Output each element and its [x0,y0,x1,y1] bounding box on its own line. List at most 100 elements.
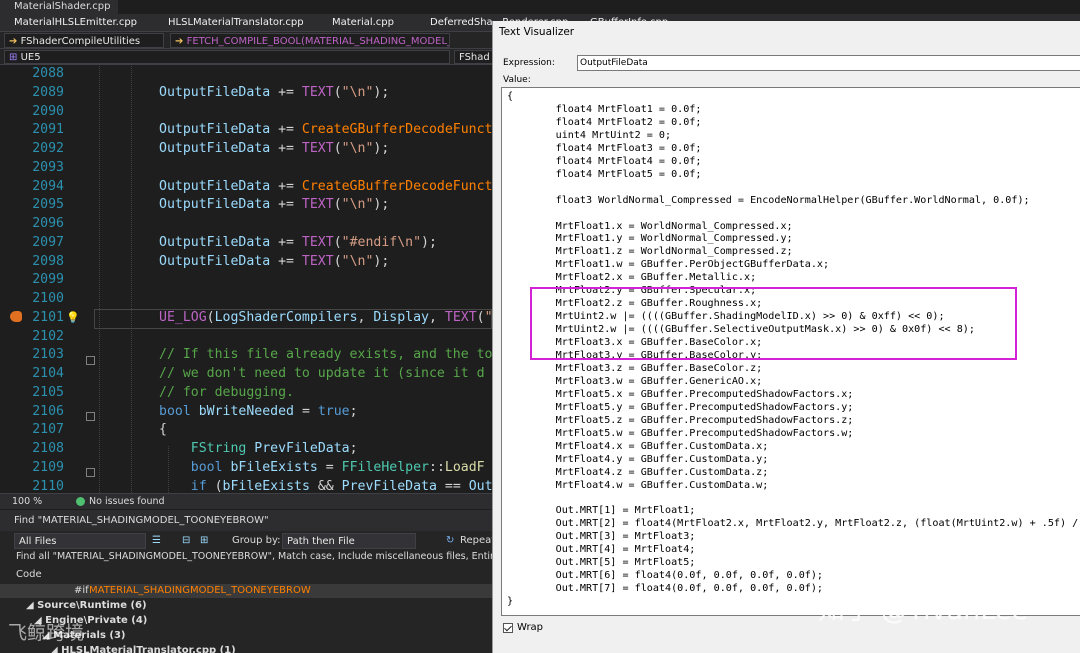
repeat-button[interactable]: Repeat [460,535,495,546]
code-text: if (bFileExists && PrevFileData == Out [190,478,493,494]
value-line: float3 WorldNormal_Compressed = EncodeNo… [507,194,1030,206]
value-line: Out.MRT[7] = float4(0.0f, 0.0f, 0.0f, 0.… [507,583,824,595]
group-by-select[interactable]: Path then File [282,533,416,549]
value-line: float4 MrtFloat2 = 0.0f; [507,116,702,128]
code-text: bool bWriteNeeded = true; [159,403,358,419]
expression-field[interactable]: OutputFileData [577,55,1080,71]
collapse-icon[interactable] [86,412,95,421]
active-file-tab[interactable]: MaterialShader.cpp [0,0,118,14]
value-line: } [507,596,514,608]
code-text: FString PrevFileData; [190,441,358,456]
value-line: MrtFloat4.y = GBuffer.CustomData.y; [507,453,769,465]
value-line: float4 MrtFloat4 = 0.0f; [507,155,702,167]
line-number: 2091 [32,122,64,138]
expand-icon[interactable]: ⊟ [182,535,190,546]
arrow-icon: ➔ [9,36,21,47]
line-number: 2106 [32,403,64,419]
value-line: MrtFloat1.z = WorldNormal_Compressed.z; [507,246,793,258]
expand-arrow-icon: ◢ [26,600,38,611]
collapse-icon[interactable] [86,468,95,477]
tab-material-cpp[interactable]: Material.cpp [322,14,404,31]
member-dropdown[interactable]: ➔ FETCH_COMPILE_BOOL(MATERIAL_SHADING_MO… [170,33,450,48]
code-text: OutputFileData += TEXT("\n"); [159,141,390,156]
line-number: 2092 [32,141,64,156]
value-line: float4 MrtFloat3 = 0.0f; [507,142,702,154]
member-label: FETCH_COMPILE_BOOL(MATERIAL_SHADING_MODE… [186,36,449,47]
value-line: MrtFloat1.w = GBuffer.PerObjectGBufferDa… [507,259,830,271]
value-line: MrtFloat4.z = GBuffer.CustomData.z; [507,466,769,478]
lightbulb-icon[interactable]: 💡 [66,311,80,324]
line-number: 2099 [32,272,64,288]
line-number: 2100 [32,291,64,306]
wrap-checkbox[interactable] [503,623,513,633]
project-dropdown[interactable]: ⊞ UE5 [4,50,450,64]
code-text: OutputFileData += TEXT("\n"); [159,197,390,213]
tab-material-hlsl-emitter[interactable]: MaterialHLSLEmitter.cpp [4,14,147,31]
repeat-icon[interactable]: ↻ [446,535,454,546]
code-text: OutputFileData += TEXT("\n"); [159,84,390,100]
value-line: MrtFloat5.z = GBuffer.PrecomputedShadowF… [507,414,854,426]
scope-select[interactable]: All Files [14,533,146,549]
line-number: 2089 [32,84,64,100]
line-number: 2107 [32,422,64,438]
watermark: 知乎 @YivanLee [818,595,1029,626]
dialog-title: Text Visualizer [499,26,575,38]
expand-arrow-icon: ◢ [50,645,62,653]
line-number: 2094 [32,178,64,194]
code-text: OutputFileData += CreateGBufferDecodeFun… [159,178,493,194]
tree-node-hlsl-translator[interactable]: ◢ HLSLMaterialTranslator.cpp (1) [50,645,236,653]
group-by-label: Group by: [232,535,281,546]
line-number: 2103 [32,347,64,363]
value-line: MrtFloat5.x = GBuffer.PrecomputedShadowF… [507,388,854,400]
scope-dropdown[interactable]: ➔ FShaderCompileUtilities [4,33,164,48]
line-number: 2093 [32,159,64,175]
line-number: 2109 [32,459,64,475]
value-line: { [507,91,514,102]
project-label: UE5 [20,52,41,63]
value-line: MrtFloat4.x = GBuffer.CustomData.x; [507,440,769,452]
value-line: MrtFloat3.w = GBuffer.GenericAO.x; [507,375,763,387]
line-number: 2090 [32,103,64,119]
line-number: 2110 [32,478,64,494]
code-text: OutputFileData += TEXT("\n"); [159,253,390,269]
line-number: 2098 [32,253,64,269]
check-icon [76,497,85,506]
value-line: Out.MRT[4] = MrtFloat4; [507,544,696,556]
value-line: MrtFloat3.z = GBuffer.BaseColor.z; [507,362,763,374]
code-text: // If this file already exists, and the … [159,347,493,363]
project-icon: ⊞ [9,52,21,63]
result-prefix: #if [74,585,89,596]
value-line: MrtFloat5.y = GBuffer.PrecomputedShadowF… [507,401,854,413]
code-text: OutputFileData += CreateGBufferDecodeFun… [159,122,493,138]
arrow-icon: ➔ [175,36,187,47]
value-line: Out.MRT[6] = float4(0.0f, 0.0f, 0.0f, 0.… [507,570,824,582]
value-line: MrtFloat1.x = WorldNormal_Compressed.x; [507,220,793,232]
list-icon[interactable]: ☰ [152,535,161,546]
right-scope-dropdown[interactable]: FShad [454,50,494,64]
value-line: Out.MRT[1] = MrtFloat1; [507,505,696,517]
line-number: 2105 [32,384,64,400]
find-summary: Find all "MATERIAL_SHADINGMODEL_TOONEYEB… [16,551,514,562]
tree-node-source-runtime[interactable]: ◢ Source\Runtime (6) [26,600,147,611]
collapse-all-icon[interactable]: ⊞ [200,535,208,546]
tab-hlsl-material-translator[interactable]: HLSLMaterialTranslator.cpp [158,14,314,31]
value-line: Out.MRT[5] = MrtFloat5; [507,557,696,569]
line-number: 2101 [32,309,64,325]
issues-label[interactable]: No issues found [89,494,165,509]
scope-label: FShaderCompileUtilities [20,36,141,47]
line-number: 2095 [32,197,64,213]
collapse-icon[interactable] [86,356,95,365]
highlight-annotation-box [530,287,1017,360]
value-line: Out.MRT[3] = MrtFloat3; [507,531,696,543]
current-line-highlight [94,309,492,329]
column-code-header[interactable]: Code [16,569,42,580]
value-line: MrtFloat5.w = GBuffer.PrecomputedShadowF… [507,427,854,439]
line-number: 2108 [32,441,64,456]
value-line: MrtFloat1.y = WorldNormal_Compressed.y; [507,233,793,245]
code-text: OutputFileData += TEXT("#endif\n"); [159,234,437,250]
result-match: MATERIAL_SHADINGMODEL_TOONEYEBROW [89,585,311,596]
wrap-label[interactable]: Wrap [517,622,543,633]
tree-label: HLSLMaterialTranslator.cpp (1) [61,645,236,653]
value-line: MrtFloat2.x = GBuffer.Metallic.x; [507,272,757,284]
zoom-level[interactable]: 100 % [12,494,42,509]
